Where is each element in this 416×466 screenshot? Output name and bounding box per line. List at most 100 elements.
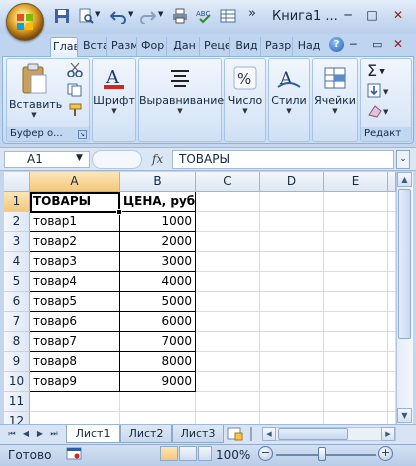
cell-c7[interactable]: [196, 312, 260, 332]
alignment-group[interactable]: Выравнивание ▼: [138, 58, 224, 142]
cell-d2[interactable]: [260, 212, 324, 232]
workbook-close-button[interactable]: ✕: [393, 37, 403, 51]
column-header-e[interactable]: E: [324, 172, 388, 192]
styles-button[interactable]: A Стили ▼: [269, 65, 309, 115]
cell-b7[interactable]: 6000: [120, 312, 196, 332]
cell-a8[interactable]: товар7: [30, 332, 120, 352]
cell-c1[interactable]: [196, 192, 260, 212]
cell-a3[interactable]: товар2: [30, 232, 120, 252]
spell-check-icon[interactable]: ABC: [196, 8, 212, 24]
cell-f5[interactable]: [388, 272, 396, 292]
cell-f4[interactable]: [388, 252, 396, 272]
dialog-launcher-icon[interactable]: ↘: [78, 130, 87, 139]
page-layout-view-icon[interactable]: [179, 446, 197, 461]
cell-b10[interactable]: 9000: [120, 372, 196, 392]
row-header[interactable]: 2: [4, 212, 30, 232]
row-header[interactable]: 7: [4, 312, 30, 332]
first-sheet-icon[interactable]: ⏮: [6, 427, 18, 441]
autosum-icon[interactable]: Σ ▼: [367, 61, 385, 80]
cell-f7[interactable]: [388, 312, 396, 332]
cell-b5[interactable]: 4000: [120, 272, 196, 292]
maximize-button[interactable]: □: [362, 6, 382, 24]
sheet-tab-1[interactable]: Лист1: [66, 425, 120, 443]
expand-formula-bar-icon[interactable]: ⌄: [396, 150, 410, 169]
cell-f6[interactable]: [388, 292, 396, 312]
clear-icon[interactable]: ▼: [367, 103, 395, 119]
last-sheet-icon[interactable]: ⏭: [48, 427, 60, 441]
cut-icon[interactable]: [67, 63, 83, 77]
cell-c8[interactable]: [196, 332, 260, 352]
cells-button[interactable]: Ячейки ▼: [313, 65, 357, 115]
help-icon[interactable]: ?: [329, 37, 344, 52]
cell-d4[interactable]: [260, 252, 324, 272]
name-box-dropdown-icon[interactable]: ▼: [76, 153, 83, 163]
cell-c2[interactable]: [196, 212, 260, 232]
cell-d10[interactable]: [260, 372, 324, 392]
ribbon-minimize-button[interactable]: ─: [350, 38, 357, 51]
column-header-f[interactable]: [388, 172, 396, 192]
zoom-level[interactable]: 100%: [216, 448, 250, 462]
cell-d3[interactable]: [260, 232, 324, 252]
column-header-c[interactable]: C: [196, 172, 260, 192]
sheet-tab-3[interactable]: Лист3: [172, 425, 224, 443]
office-button[interactable]: [6, 3, 44, 41]
cell-b2[interactable]: 1000: [120, 212, 196, 232]
cell-f3[interactable]: [388, 232, 396, 252]
copy-icon[interactable]: [67, 83, 83, 97]
row-header[interactable]: 5: [4, 272, 30, 292]
tab-formulas[interactable]: Фор: [139, 37, 167, 57]
cell-e4[interactable]: [324, 252, 388, 272]
column-header-d[interactable]: D: [260, 172, 324, 192]
insert-sheet-icon[interactable]: [226, 427, 244, 441]
tab-home[interactable]: Глав: [50, 37, 78, 57]
paste-button[interactable]: Вставить ▼: [9, 63, 62, 119]
cell-a9[interactable]: товар8: [30, 352, 120, 372]
cell-d5[interactable]: [260, 272, 324, 292]
minimize-button[interactable]: ─: [338, 6, 358, 24]
cell-a7[interactable]: товар6: [30, 312, 120, 332]
cell-c4[interactable]: [196, 252, 260, 272]
column-header-a[interactable]: A: [30, 172, 120, 192]
cell-a10[interactable]: товар9: [30, 372, 120, 392]
cell-c5[interactable]: [196, 272, 260, 292]
column-header-b[interactable]: B: [120, 172, 196, 192]
formula-bar-splitter[interactable]: [92, 150, 142, 169]
cell-a4[interactable]: товар3: [30, 252, 120, 272]
cell-d7[interactable]: [260, 312, 324, 332]
cell-a5[interactable]: товар4: [30, 272, 120, 292]
cell-e3[interactable]: [324, 232, 388, 252]
cell-b9[interactable]: 8000: [120, 352, 196, 372]
tab-data[interactable]: Дан: [170, 37, 200, 57]
format-painter-icon[interactable]: [67, 103, 83, 117]
zoom-slider-thumb[interactable]: [318, 447, 326, 461]
sheet-tab-2[interactable]: Лист2: [120, 425, 172, 443]
tab-developer[interactable]: Разр: [263, 37, 293, 57]
tab-split-handle[interactable]: [250, 427, 258, 441]
vertical-scroll-thumb[interactable]: [398, 189, 411, 339]
cell-f8[interactable]: [388, 332, 396, 352]
qat-more-icon[interactable]: »: [248, 6, 256, 21]
chevron-down-icon[interactable]: ▼: [95, 10, 100, 18]
tab-review[interactable]: Рецє: [202, 37, 230, 57]
scroll-left-icon[interactable]: ◀: [262, 427, 276, 441]
cell-d1[interactable]: [260, 192, 324, 212]
cell-b11[interactable]: [120, 392, 196, 412]
horizontal-scroll-thumb[interactable]: [278, 428, 348, 440]
font-group[interactable]: A Шрифт ▼: [92, 58, 136, 142]
cell-c10[interactable]: [196, 372, 260, 392]
chevron-down-icon[interactable]: ▼: [158, 10, 163, 18]
fill-handle[interactable]: [116, 209, 122, 215]
undo-icon[interactable]: [110, 8, 126, 24]
cell-f9[interactable]: [388, 352, 396, 372]
row-header[interactable]: 10: [4, 372, 30, 392]
chevron-down-icon[interactable]: ▼: [128, 10, 133, 18]
scroll-down-icon[interactable]: ▼: [397, 408, 412, 423]
cell-e8[interactable]: [324, 332, 388, 352]
prev-sheet-icon[interactable]: ◀: [20, 427, 32, 441]
font-button[interactable]: A Шрифт ▼: [93, 65, 135, 115]
row-header[interactable]: 9: [4, 352, 30, 372]
row-header[interactable]: 11: [4, 392, 30, 412]
cell-b4[interactable]: 3000: [120, 252, 196, 272]
cell-e2[interactable]: [324, 212, 388, 232]
fill-icon[interactable]: ▼: [367, 83, 395, 99]
